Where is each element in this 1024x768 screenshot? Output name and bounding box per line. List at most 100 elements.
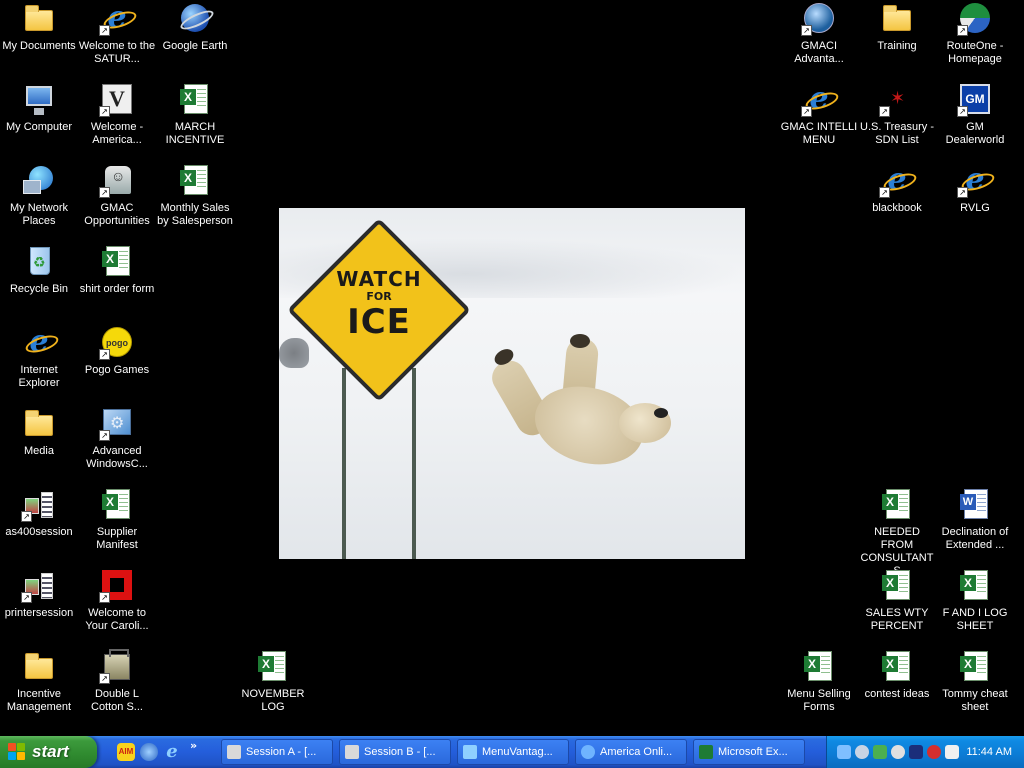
desktop[interactable]: My Documents My Computer My Network Plac… [0,0,1024,736]
desktop-icon-us-treasury[interactable]: ↗ U.S. Treasury - SDN List [858,83,936,147]
desktop-icon-as400session[interactable]: ↗ as400session [0,488,78,539]
internet-explorer-quicklaunch-icon[interactable]: e [163,743,181,761]
desktop-icon-double-l-cotton[interactable]: ↗ Double L Cotton S... [78,649,156,714]
taskbar-button-label: Session B - [... [364,746,436,758]
desktop-icon-welcome-america[interactable]: ↗ Welcome - America... [78,83,156,147]
icon-label: GMACI Advanta... [794,40,844,65]
desktop-icon-training[interactable]: Training [858,2,936,53]
desktop-icon-tommy-cheat-sheet[interactable]: Tommy cheat sheet [936,650,1014,714]
shortcut-arrow-icon: ↗ [99,106,110,117]
icon-label: Supplier Manifest [96,526,138,551]
polar-bear [486,334,674,478]
taskbar-button-session-a[interactable]: Session A - [... [221,739,333,765]
desktop-icon-gmac-opportunities[interactable]: ↗ GMAC Opportunities [78,164,156,228]
desktop-icon-internet-explorer[interactable]: e Internet Explorer [0,326,78,390]
icon-label: GMAC Opportunities [84,202,150,227]
pogo-icon: pogo ↗ [99,326,133,360]
desktop-icon-gm-dealerworld[interactable]: GM ↗ GM Dealerworld [936,83,1014,147]
icon-label: Declination of Extended ... [941,526,1009,551]
taskbar-button-menuvantage[interactable]: MenuVantag... [457,739,569,765]
icon-label: shirt order form [79,283,155,295]
security-tray-icon[interactable] [927,745,941,759]
bear-nose [654,408,668,418]
shortcut-arrow-icon: ↗ [21,592,32,603]
taskbar-button-microsoft-excel[interactable]: Microsoft Ex... [693,739,805,765]
desktop-icon-advanced-windows[interactable]: ↗ Advanced WindowsC... [78,407,156,471]
excel-file-icon [101,488,133,520]
shortcut-arrow-icon: ↗ [99,592,110,603]
shortcut-arrow-icon: ↗ [99,430,110,441]
flag-tray-icon[interactable] [909,745,923,759]
shortcut-arrow-icon: ↗ [801,25,812,36]
desktop-icon-gmac-intelli-menu[interactable]: e ↗ GMAC INTELLI MENU [780,83,858,147]
desktop-icon-blackbook[interactable]: e ↗ blackbook [858,164,936,215]
desktop-icon-contest-ideas[interactable]: contest ideas [858,650,936,701]
icon-label: Welcome to the SATUR... [78,40,156,65]
desktop-icon-rvlg[interactable]: e ↗ RVLG [936,164,1014,215]
shortcut-arrow-icon: ↗ [99,25,110,36]
routeone-icon: ↗ [957,2,991,36]
excel-file-icon [257,650,289,682]
windows-care-icon: ↗ [99,407,133,441]
desktop-icon-declination[interactable]: Declination of Extended ... [936,488,1014,552]
icon-label: RouteOne - Homepage [946,40,1004,65]
shortcut-arrow-icon: ↗ [957,187,968,198]
desktop-icon-monthly-sales[interactable]: Monthly Sales by Salesperson [156,164,234,228]
media-player-quicklaunch-icon[interactable] [140,743,158,761]
desktop-icon-welcome-saturn[interactable]: e ↗ Welcome to the SATUR... [78,2,156,66]
desktop-icon-google-earth[interactable]: Google Earth [156,2,234,53]
quicklaunch-chevron-icon[interactable]: » [190,739,200,757]
session-icon: ↗ [21,569,55,603]
excel-icon [699,745,713,759]
icon-label: Double L Cotton S... [91,688,143,713]
taskbar: start AIM e » Session A - [... Session B… [0,736,1024,768]
desktop-icon-incentive-management[interactable]: Incentive Management [0,650,78,714]
network-tray-icon[interactable] [837,745,851,759]
desktop-icon-supplier-manifest[interactable]: Supplier Manifest [78,488,156,552]
display-tray-icon[interactable] [945,745,959,759]
aim-quicklaunch-icon[interactable]: AIM [117,743,135,761]
desktop-icon-recycle-bin[interactable]: Recycle Bin [0,245,78,296]
folder-icon [23,2,55,34]
desktop-icon-my-network-places[interactable]: My Network Places [0,164,78,228]
taskbar-button-america-online[interactable]: America Onli... [575,739,687,765]
icon-label: U.S. Treasury - SDN List [860,121,934,146]
desktop-icon-my-computer[interactable]: My Computer [0,83,78,134]
red-square-icon: ↗ [99,569,133,603]
session-icon [227,745,241,759]
icon-label: Advanced WindowsC... [86,445,148,470]
volume-tray-icon[interactable] [891,745,905,759]
desktop-icon-welcome-carolina[interactable]: ↗ Welcome to Your Caroli... [78,569,156,633]
taskbar-button-session-b[interactable]: Session B - [... [339,739,451,765]
excel-file-icon [101,245,133,277]
desktop-icon-pogo-games[interactable]: pogo ↗ Pogo Games [78,326,156,377]
opportunities-icon: ↗ [99,164,133,198]
desktop-icon-routeone[interactable]: ↗ RouteOne - Homepage [936,2,1014,66]
icon-label: GM Dealerworld [945,121,1005,146]
desktop-icon-shirt-order-form[interactable]: shirt order form [78,245,156,296]
icon-label: blackbook [872,202,922,214]
desktop-icon-my-documents[interactable]: My Documents [0,2,78,53]
gm-logo-icon: GM ↗ [957,83,991,117]
icon-label: Training [877,40,917,52]
antivirus-tray-icon[interactable] [873,745,887,759]
desktop-icon-printersession[interactable]: ↗ printersession [0,569,78,620]
desktop-icon-media[interactable]: Media [0,407,78,458]
desktop-icon-needed-from-consultants[interactable]: NEEDED FROM CONSULTANTS [858,488,936,578]
icon-label: My Network Places [9,202,69,227]
warning-sign-text: WATCH FOR ICE [314,268,444,340]
desktop-icon-november-log[interactable]: NOVEMBER LOG [234,650,312,714]
desktop-icon-sales-wty-percent[interactable]: SALES WTY PERCENT [858,569,936,633]
desktop-icon-march-incentive[interactable]: MARCH INCENTIVE [156,83,234,147]
desktop-icon-gmaci-advantage[interactable]: ↗ GMACI Advanta... [780,2,858,66]
icon-label: printersession [4,607,74,619]
desktop-icon-f-and-i-log[interactable]: F AND I LOG SHEET [936,569,1014,633]
clock[interactable]: 11:44 AM [966,736,1012,768]
shortcut-arrow-icon: ↗ [21,511,32,522]
shortcut-arrow-icon: ↗ [801,106,812,117]
internet-explorer-icon [463,745,477,759]
messenger-tray-icon[interactable] [855,745,869,759]
desktop-icon-menu-selling-forms[interactable]: Menu Selling Forms [780,650,858,714]
start-button[interactable]: start [0,736,97,768]
excel-file-icon [959,569,991,601]
